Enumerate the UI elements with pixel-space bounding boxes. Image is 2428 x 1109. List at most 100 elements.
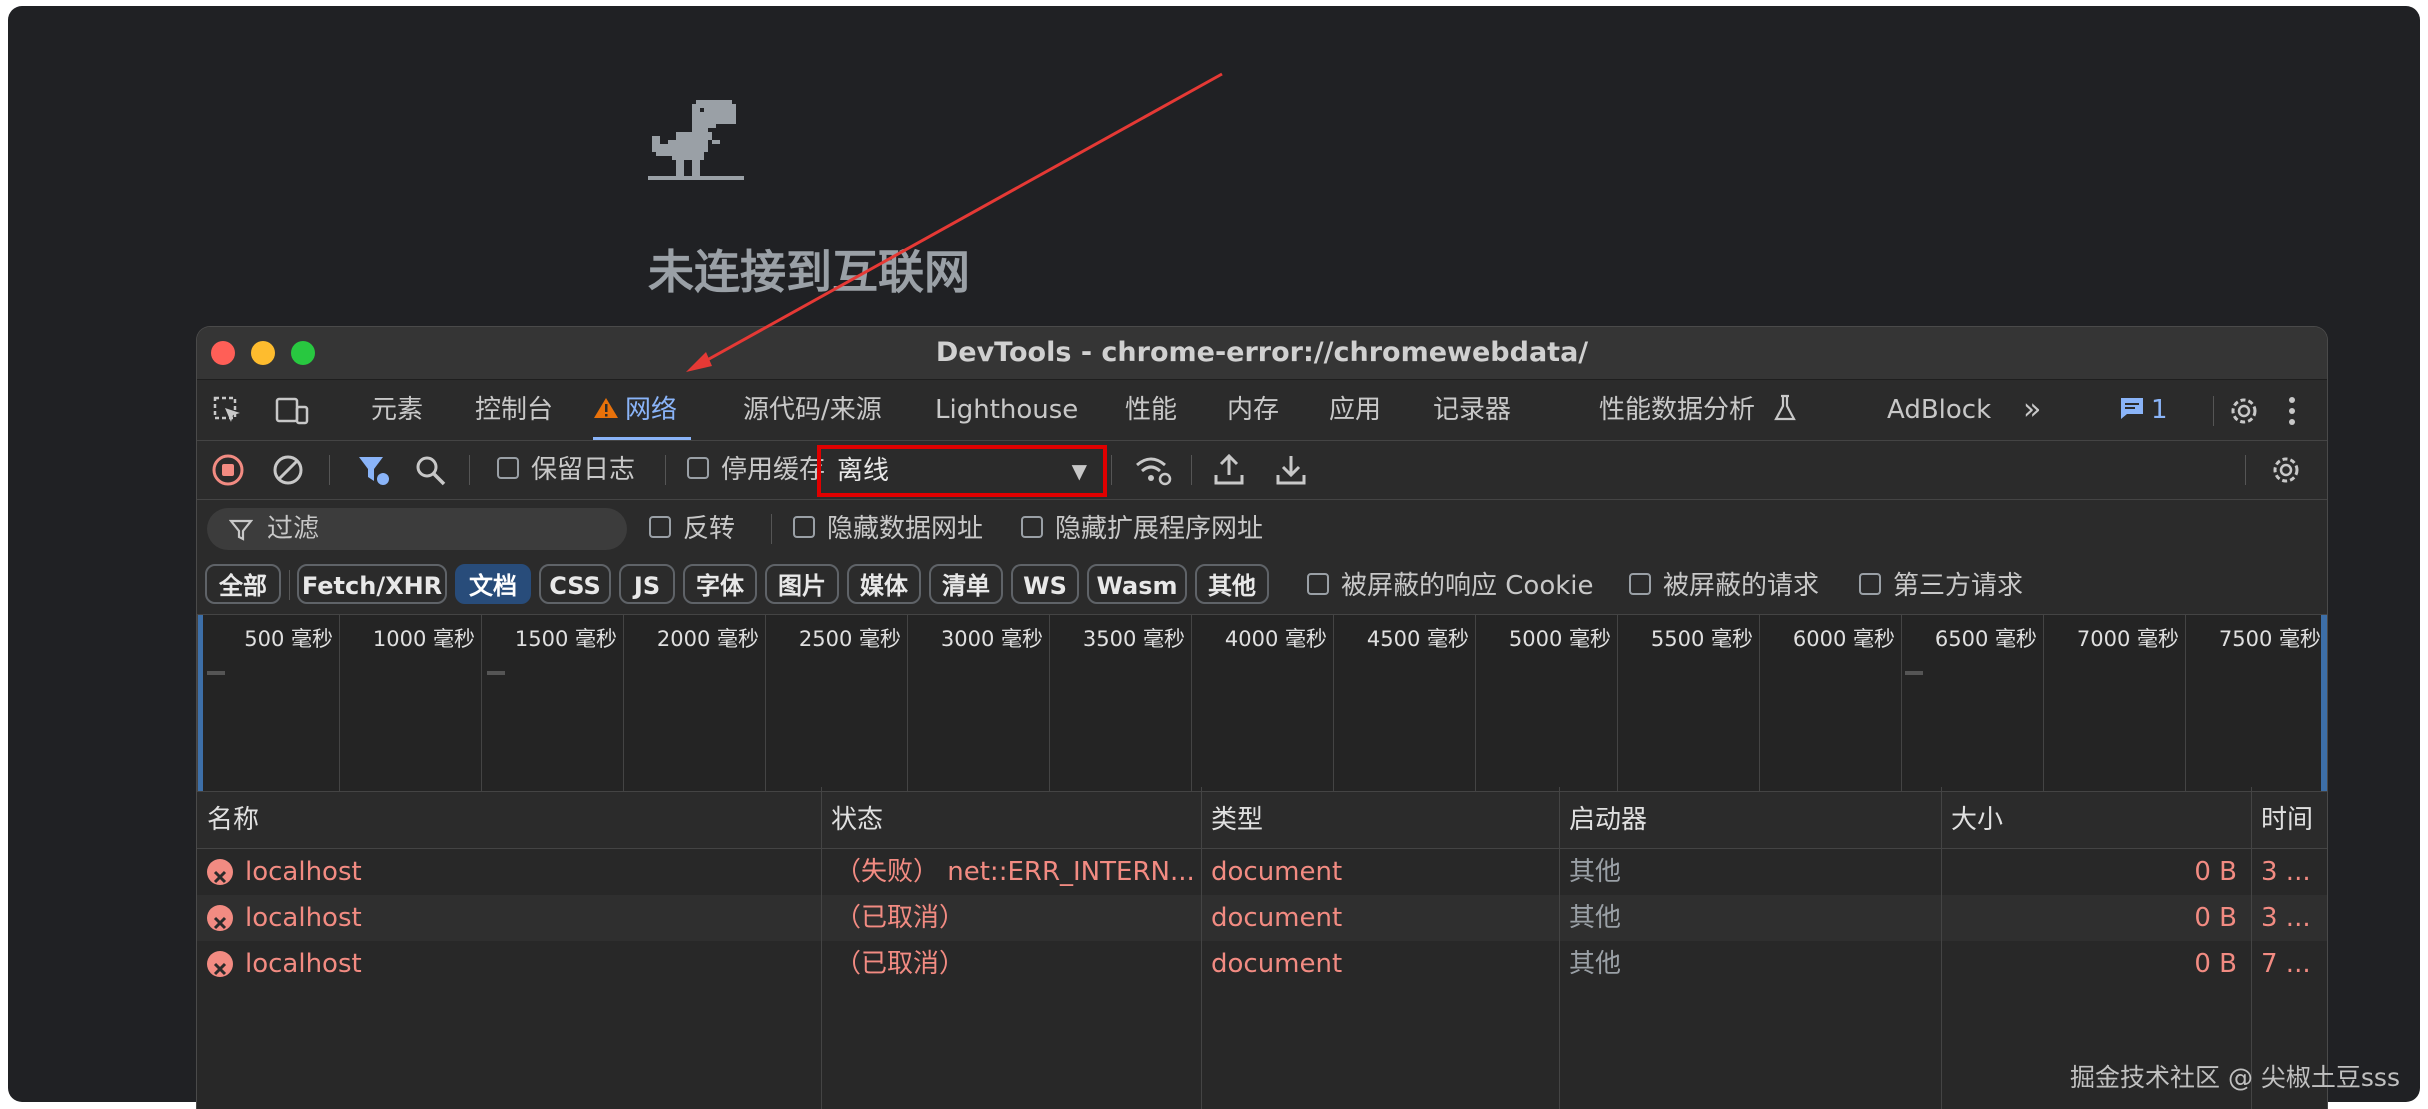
tab-sources[interactable]: 源代码/来源 [743,380,882,440]
checkbox-box[interactable] [1021,515,1043,538]
type-filter-chip[interactable]: CSS [539,564,611,604]
timeline-tick-label: 500 毫秒 [244,627,333,651]
issues-count: 1 [2151,395,2168,425]
export-har-icon[interactable] [1275,453,1307,487]
cell-initiator: 其他 [1569,857,1622,887]
invert-label: 反转 [683,514,736,544]
checkbox-box[interactable] [793,515,815,538]
type-filter-chip[interactable]: 全部 [205,564,281,604]
timeline-tick-label: 6000 毫秒 [1792,627,1895,651]
checkbox-box[interactable] [1859,572,1881,595]
network-toolbar: 保留日志 停用缓存 离线 ▼ [197,441,2327,500]
type-filter-chip[interactable]: 其他 [1195,564,1269,604]
tab-console[interactable]: 控制台 [475,380,553,440]
invert-checkbox[interactable]: 反转 [649,500,735,558]
column-header-initiator[interactable]: 启动器 [1559,792,1941,848]
checkbox-box[interactable] [497,456,519,479]
type-filter-chip[interactable]: Wasm [1087,564,1187,604]
blocked-cookies-checkbox[interactable]: 被屏蔽的响应 Cookie [1307,558,1594,614]
type-filter-chip[interactable]: WS [1011,564,1079,604]
column-divider [1559,787,1560,1109]
hide-data-urls-label: 隐藏数据网址 [827,514,984,544]
cell-name[interactable]: localhost [197,895,821,941]
type-filter-chip[interactable]: JS [619,564,675,604]
throttling-value: 离线 [837,456,890,486]
message-icon [2121,397,2143,419]
cell-status: （已取消） [835,949,966,979]
hide-data-urls-checkbox[interactable]: 隐藏数据网址 [793,500,983,558]
tab-network[interactable]: 网络 [593,380,692,440]
request-row[interactable]: localhost （已取消） document 其他 0 B 3 ... [197,895,2327,941]
network-settings-gear-icon[interactable] [2269,453,2303,487]
tab-elements[interactable]: 元素 [371,380,423,440]
column-header-time[interactable]: 时间 [2251,792,2327,848]
timeline-overview[interactable]: 500 毫秒 1000 毫秒 1500 毫秒 2000 毫秒 2500 毫秒 3000 毫… [197,615,2327,792]
request-row[interactable]: localhost （已取消） document 其他 0 B 7 ... [197,941,2327,987]
search-icon[interactable] [415,455,447,487]
column-header-status[interactable]: 状态 [821,792,1201,848]
timeline-tick-label: 1500 毫秒 [514,627,617,651]
window-title: DevTools - chrome-error://chromewebdata/ [935,337,1589,368]
record-stop-icon[interactable] [211,453,245,487]
tab-lighthouse[interactable]: Lighthouse [935,380,1078,440]
chip-divider [289,570,290,600]
hide-extension-urls-checkbox[interactable]: 隐藏扩展程序网址 [1021,500,1263,558]
timeline-tick-label: 6500 毫秒 [1934,627,2037,651]
type-filter-chip[interactable]: 图片 [765,564,839,604]
device-toolbar-icon[interactable] [275,396,309,426]
column-header-type[interactable]: 类型 [1201,792,1559,848]
third-party-checkbox[interactable]: 第三方请求 [1859,558,2023,614]
settings-gear-icon[interactable] [2227,394,2261,428]
disable-cache-checkbox[interactable]: 停用缓存 [687,441,825,499]
blocked-requests-checkbox[interactable]: 被屏蔽的请求 [1629,558,1819,614]
timeline-tick-label: 2500 毫秒 [798,627,901,651]
checkbox-box[interactable] [687,456,709,479]
column-header-size[interactable]: 大小 [1941,792,2251,848]
type-filter-chip-active[interactable]: 文档 [455,564,531,604]
type-filter-chip[interactable]: Fetch/XHR [297,564,447,604]
timeline-tick: 6500 毫秒 [1901,615,2043,791]
clear-icon[interactable] [271,453,305,487]
title-bar: DevTools - chrome-error://chromewebdata/ [197,327,2327,380]
type-filter-chip[interactable]: 字体 [683,564,757,604]
more-options-icon[interactable] [2285,394,2299,428]
cell-size: 0 B [2194,903,2237,933]
timeline-tick: 1500 毫秒 [481,615,623,791]
cell-name[interactable]: localhost [197,941,821,987]
tab-performance-insights[interactable]: 性能数据分析 [1599,380,1797,440]
column-divider [1201,787,1202,1109]
checkbox-box[interactable] [649,515,671,538]
import-har-icon[interactable] [1213,453,1245,487]
tab-recorder[interactable]: 记录器 [1433,380,1511,440]
disable-cache-label: 停用缓存 [721,455,826,485]
tab-adblock[interactable]: AdBlock [1887,380,1991,440]
network-conditions-icon[interactable] [1133,453,1173,487]
tab-application[interactable]: 应用 [1329,380,1381,440]
inspect-element-icon[interactable] [213,396,243,426]
request-name: localhost [245,949,362,979]
filter-funnel-icon[interactable] [357,455,393,487]
flask-icon [1774,394,1797,420]
type-filter-chip[interactable]: 清单 [929,564,1003,604]
cell-type: document [1211,949,1343,979]
timeline-tick-label: 3000 毫秒 [940,627,1043,651]
toolbar-divider [2245,455,2246,485]
tab-performance[interactable]: 性能 [1125,380,1177,440]
issues-counter[interactable]: 1 [2119,380,2168,440]
cell-initiator: 其他 [1569,903,1622,933]
throttling-select[interactable]: 离线 ▼ [817,445,1107,497]
filter-input[interactable]: 过滤 [207,508,627,550]
preserve-log-checkbox[interactable]: 保留日志 [497,441,635,499]
cell-name[interactable]: localhost [197,849,821,895]
cell-type: document [1211,857,1343,887]
type-filter-chip[interactable]: 媒体 [847,564,921,604]
column-header-name[interactable]: 名称 [197,792,821,848]
tab-memory[interactable]: 内存 [1227,380,1279,440]
cell-initiator: 其他 [1569,949,1622,979]
request-row[interactable]: localhost （失败） net::ERR_INTERN... document… [197,849,2327,895]
timeline-tick: 2500 毫秒 [765,615,907,791]
checkbox-box[interactable] [1307,572,1329,595]
more-tabs-icon[interactable]: » [2023,380,2041,440]
dino-icon [648,100,744,180]
checkbox-box[interactable] [1629,572,1651,595]
